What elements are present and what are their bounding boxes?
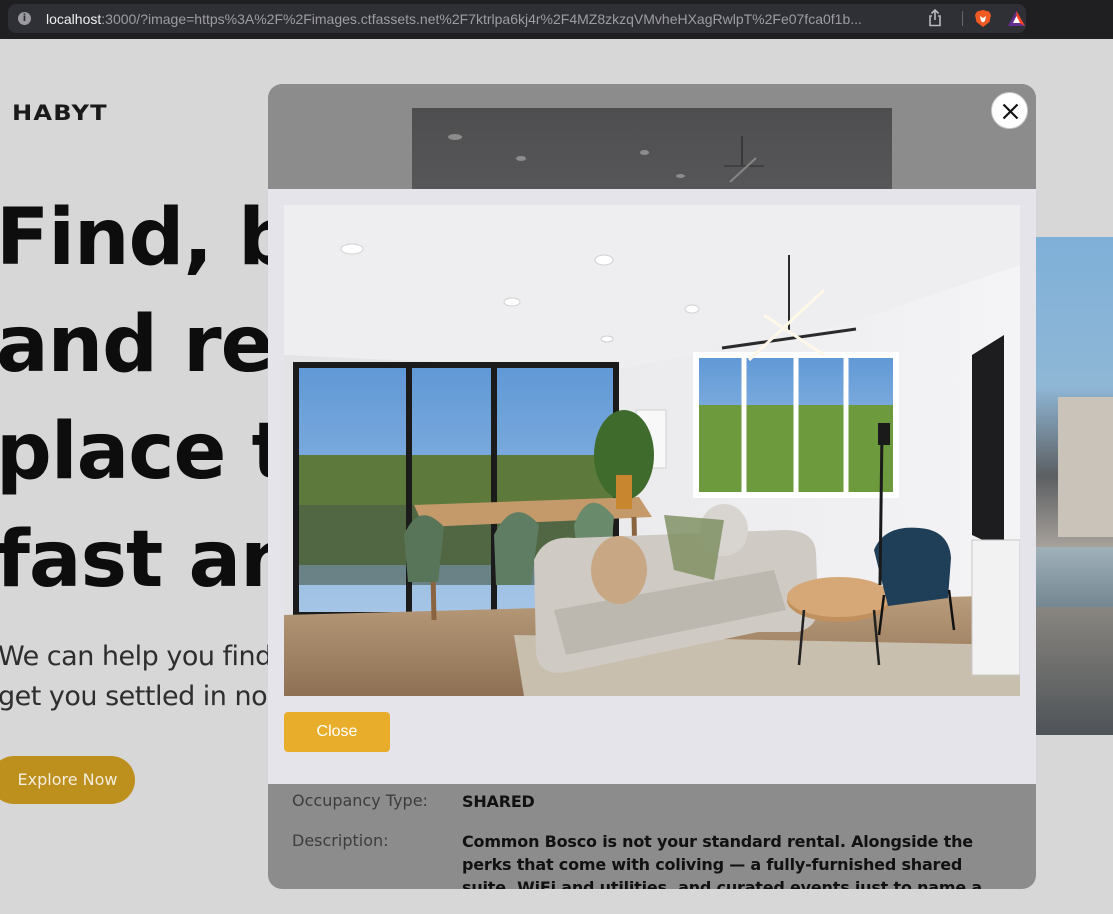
rewards-icon[interactable]: [1007, 10, 1026, 27]
explore-now-button[interactable]: Explore Now: [0, 756, 135, 804]
address-bar[interactable]: i localhost:3000/?image=https%3A%2F%2Fim…: [8, 4, 1026, 33]
toolbar-divider: [962, 11, 963, 26]
hero-subtitle-line: We can help you find w: [0, 641, 302, 672]
brand-logo[interactable]: HABYT: [12, 99, 108, 127]
url-text[interactable]: localhost:3000/?image=https%3A%2F%2Fimag…: [46, 11, 916, 27]
close-modal-button[interactable]: [991, 92, 1028, 129]
close-lightbox-button[interactable]: Close: [284, 712, 390, 752]
building-photo: [1036, 237, 1113, 735]
hero-subtitle-line: get you settled in no ti: [0, 681, 293, 712]
brave-shield-icon[interactable]: [974, 9, 992, 28]
detail-label: Occupancy Type:: [292, 791, 428, 810]
building-balcony: [1036, 547, 1113, 607]
share-icon[interactable]: [928, 9, 942, 27]
living-room-image: [284, 205, 1020, 696]
detail-value: SHARED: [462, 792, 535, 811]
detail-row-description: Description: Common Bosco is not your st…: [292, 830, 1012, 889]
room-photo: [284, 205, 1020, 696]
close-icon: [1002, 103, 1019, 120]
detail-value: Common Bosco is not your standard rental…: [462, 832, 982, 889]
image-lightbox: Close: [268, 189, 1036, 784]
info-icon[interactable]: i: [18, 12, 31, 25]
building-wall: [1058, 397, 1113, 537]
detail-label: Description:: [292, 831, 389, 850]
browser-toolbar: i localhost:3000/?image=https%3A%2F%2Fim…: [0, 0, 1113, 39]
url-host: localhost: [46, 11, 102, 27]
url-path: :3000/?image=https%3A%2F%2Fimages.ctfass…: [101, 11, 862, 27]
